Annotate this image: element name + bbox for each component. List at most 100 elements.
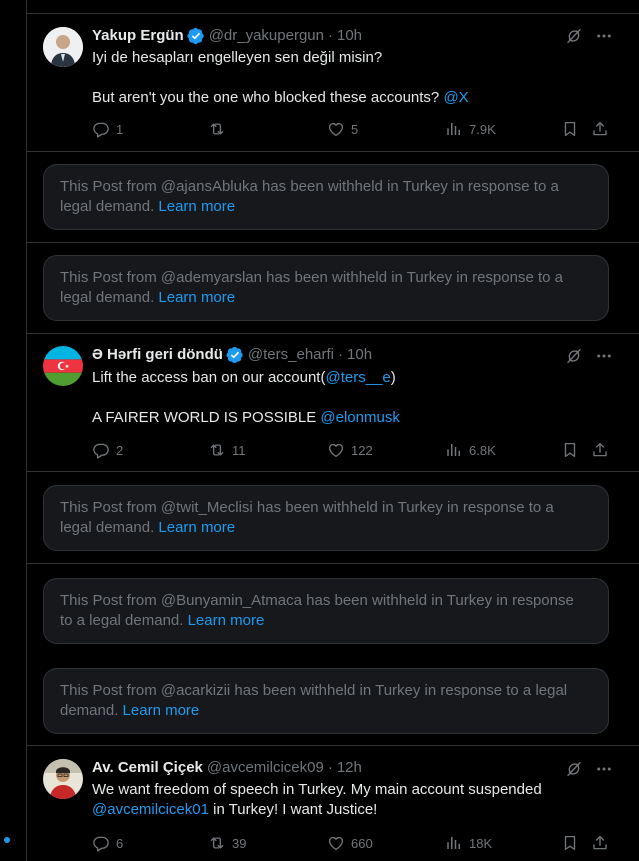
views-button[interactable]: 18K [445,833,492,853]
withheld-text: demand. [60,702,119,719]
learn-more-link[interactable]: Learn more [188,612,265,629]
mention-link[interactable]: @ters__e [325,369,390,386]
withheld-notice: This Post from @Bunyamin_Atmaca has been… [43,578,609,644]
separator-dot: · [338,346,344,363]
repost-button[interactable] [208,119,226,139]
like-button[interactable]: 660 [327,833,373,853]
more-icon[interactable] [595,347,613,365]
repost-icon [208,441,226,459]
learn-more-link[interactable]: Learn more [158,519,235,536]
reply-icon [92,120,110,138]
like-button[interactable]: 122 [327,440,373,460]
avatar[interactable] [43,759,83,799]
withheld-notice: This Post from @twit_Meclisi has been wi… [43,485,609,551]
like-count: 660 [351,835,373,851]
grok-icon[interactable] [565,347,583,365]
views-count: 6.8K [469,442,496,458]
share-icon [591,834,609,852]
grok-icon[interactable] [565,27,583,45]
post-line-text: ) [390,369,396,386]
post-yakup[interactable]: Yakup Ergün @dr_yakupergun · 10h Iyi de … [27,14,639,152]
views-count: 18K [469,835,493,851]
post-header: Yakup Ergün @dr_yakupergun · 10h [92,26,362,46]
post-actions: 2 11 122 6.8K [92,440,612,460]
post-line: Lift the access ban on our account(@ters… [92,368,612,388]
post-line: But aren't you the one who blocked these… [92,88,612,108]
like-count: 5 [351,121,359,137]
bookmark-button[interactable] [561,833,579,853]
post-line: A FAIRER WORLD IS POSSIBLE @elonmusk [92,408,612,428]
mention-link[interactable]: @X [443,89,468,106]
post-actions: 1 5 7.9K [92,119,612,139]
post-time[interactable]: 12h [337,758,362,778]
reply-button[interactable]: 6 [92,833,123,853]
author-name[interactable]: Av. Cemil Çiçek [92,758,203,778]
withheld-text: legal demand. [60,198,155,215]
withheld-text: This Post from @Bunyamin_Atmaca has been… [60,592,574,609]
withheld-thread: This Post from @Bunyamin_Atmaca has been… [27,564,639,746]
learn-more-link[interactable]: Learn more [158,289,235,306]
share-button[interactable] [591,119,609,139]
author-handle[interactable]: @dr_yakupergun [209,26,324,46]
new-posts-indicator[interactable] [4,837,10,843]
views-count: 7.9K [469,121,496,137]
bookmark-icon [561,120,579,138]
author-handle[interactable]: @avcemilcicek09 [207,758,324,778]
withheld-post: This Post from @ademyarslan has been wit… [27,243,639,334]
reply-button[interactable]: 2 [92,440,123,460]
post-ters-eharfi[interactable]: Ə Hərfi geri döndü @ters_eharfi · 10h Li… [27,334,639,472]
bookmark-button[interactable] [561,119,579,139]
post-time[interactable]: 10h [337,26,362,46]
post-text: Lift the access ban on our account(@ters… [92,368,612,428]
grok-icon[interactable] [565,760,583,778]
learn-more-link[interactable]: Learn more [158,198,235,215]
views-button[interactable]: 7.9K [445,119,496,139]
separator-dot: · [328,27,333,44]
author-handle[interactable]: @ters_eharfi [248,345,334,365]
share-button[interactable] [591,440,609,460]
repost-button[interactable]: 11 [208,440,246,460]
withheld-text: This Post from @twit_Meclisi has been wi… [60,499,554,516]
more-icon[interactable] [595,760,613,778]
post-time[interactable]: 10h [347,345,372,365]
repost-count: 39 [232,835,247,851]
reply-icon [92,834,110,852]
learn-more-link[interactable]: Learn more [123,702,200,719]
withheld-post: This Post from @twit_Meclisi has been wi… [27,472,639,564]
views-button[interactable]: 6.8K [445,440,496,460]
repost-icon [208,834,226,852]
more-icon[interactable] [595,27,613,45]
reply-button[interactable]: 1 [92,119,123,139]
avatar[interactable] [43,27,83,67]
like-count: 122 [351,442,373,458]
post-cemil[interactable]: Av. Cemil Çiçek @avcemilcicek09 · 12h We… [27,746,639,861]
avatar[interactable] [43,346,83,386]
post-line-text: But aren't you the one who blocked these… [92,89,440,106]
share-button[interactable] [591,833,609,853]
reply-count: 6 [116,835,124,851]
post-line: We want freedom of speech in Turkey. My … [92,781,542,798]
withheld-text: This Post from @ademyarslan has been wit… [60,269,563,286]
views-icon [445,834,463,852]
withheld-text: legal demand. [60,519,155,536]
withheld-notice: This Post from @acarkizii has been withh… [43,668,609,734]
mention-link[interactable]: @avcemilcicek01 [92,801,209,818]
author-name[interactable]: Ə Hərfi geri döndü [92,345,223,365]
author-name[interactable]: Yakup Ergün [92,26,184,46]
like-button[interactable]: 5 [327,119,358,139]
views-icon [445,120,463,138]
post-line-text: in Turkey! I want Justice! [208,801,378,818]
post-line: Iyi de hesapları engelleyen sen değil mi… [92,49,383,66]
bookmark-icon [561,441,579,459]
mention-link[interactable]: @elonmusk [320,409,399,426]
withheld-text: legal demand. [60,289,155,306]
repost-icon [208,120,226,138]
repost-button[interactable]: 39 [208,833,246,853]
withheld-text: This Post from @acarkizii has been withh… [60,682,568,699]
like-icon [327,441,345,459]
reply-count: 1 [116,121,124,137]
bookmark-button[interactable] [561,440,579,460]
reply-icon [92,441,110,459]
